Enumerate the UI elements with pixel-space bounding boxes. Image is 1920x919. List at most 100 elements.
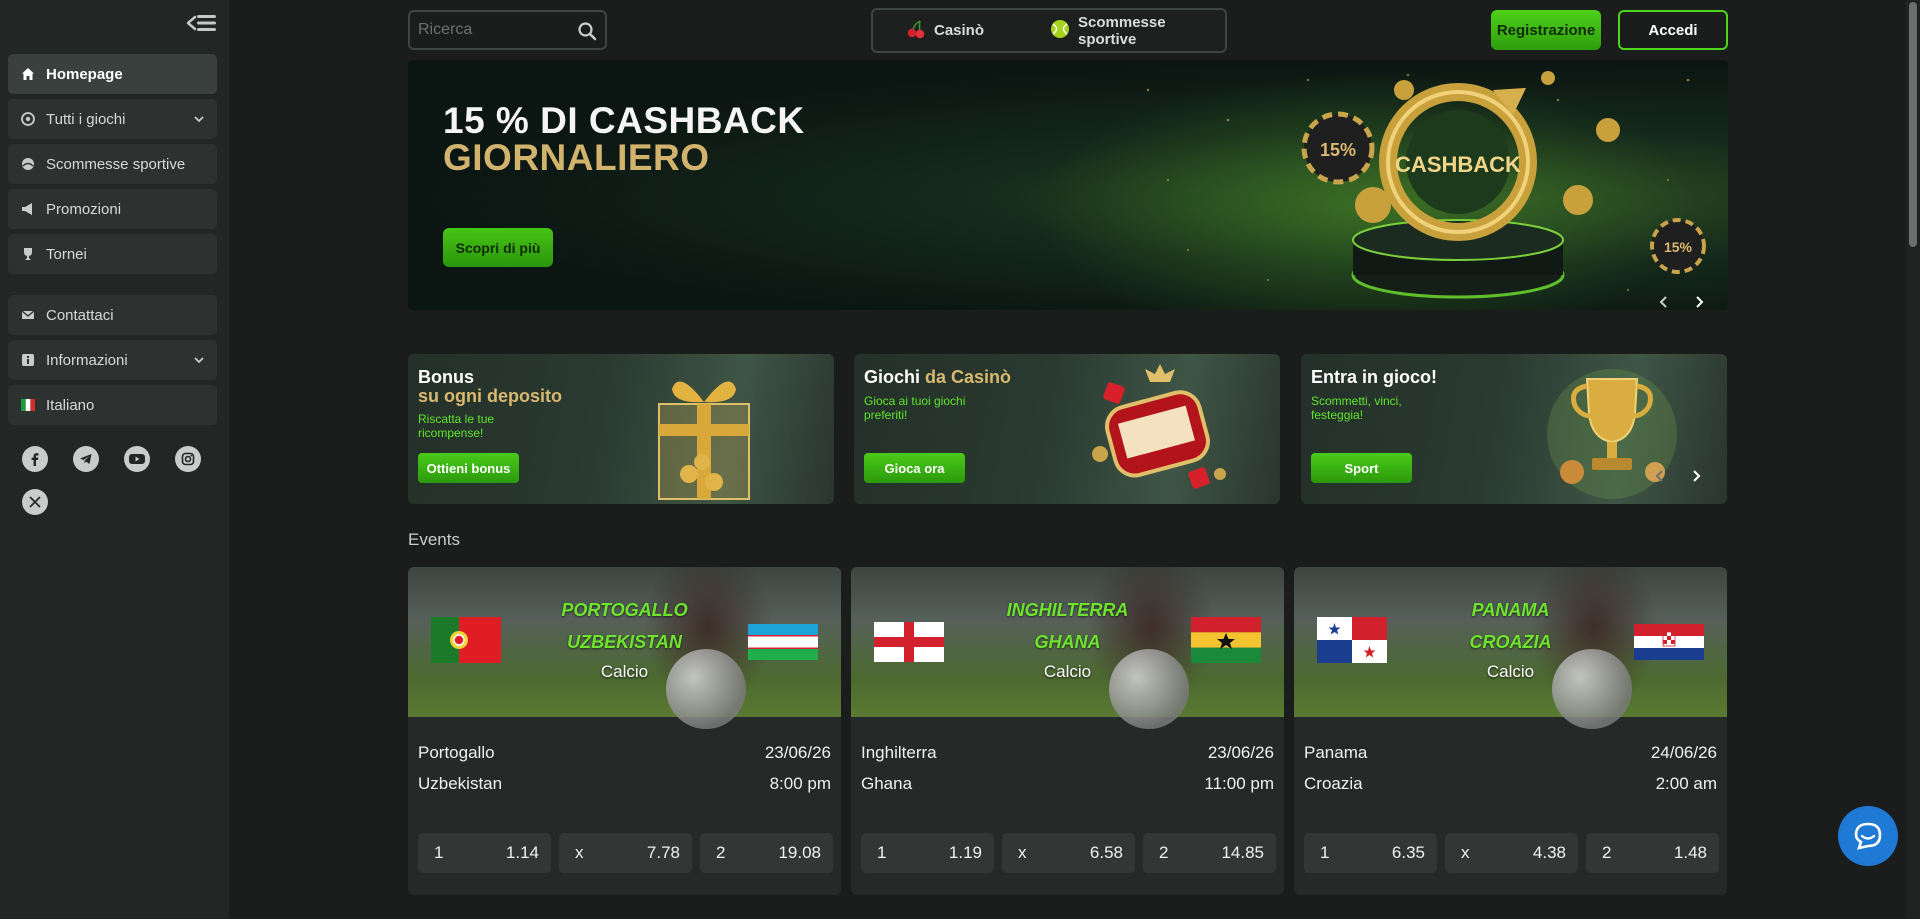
chat-bubble-icon (1854, 822, 1882, 850)
promo-next-icon[interactable] (1687, 467, 1705, 485)
mode-sports[interactable]: Scommesse sportive (1050, 14, 1225, 48)
home-icon (20, 66, 36, 82)
event-date: 24/06/26 (1650, 743, 1717, 762)
sidebar-item-label: Scommesse sportive (46, 155, 186, 173)
sport-label: Calcio (1043, 662, 1092, 681)
event-banner: PORTOGALLO UZBEKISTAN Calcio (408, 567, 841, 729)
sidebar: Homepage Tutti i giochi Scommesse sporti… (0, 0, 230, 919)
odd-button-home[interactable]: 1 1.19 (861, 833, 994, 873)
hero-next-icon[interactable] (1690, 293, 1708, 310)
sport-button[interactable]: Sport (1311, 453, 1412, 483)
team1-name: Inghilterra (861, 743, 937, 762)
search-icon[interactable] (577, 21, 597, 46)
sidebar-item-information[interactable]: Informazioni (8, 340, 217, 380)
promo-card-casino[interactable]: Giochi da Casinò Gioca ai tuoi giochi pr… (854, 354, 1280, 504)
promo-title-accent: su ogni deposito (418, 386, 562, 406)
odds-row: 1 1.19 x 6.58 2 14.85 (861, 833, 1276, 873)
promo-subtitle: Scommetti, vinci, festeggia! (1311, 394, 1402, 422)
promo-title-main: Giochi (864, 367, 921, 387)
sidebar-item-label: Homepage (46, 65, 123, 83)
games-icon (20, 111, 36, 127)
event-card[interactable]: PANAMA CROAZIA Calcio Panama 24/06/26 Cro… (1294, 567, 1727, 895)
hero-title: 15 % DI CASHBACK GIORNALIERO (443, 102, 805, 176)
mode-casino[interactable]: Casinò (906, 19, 984, 43)
sidebar-item-sports-betting[interactable]: Scommesse sportive (8, 144, 217, 184)
tennis-ball-icon (1050, 19, 1070, 43)
hero-prev-icon[interactable] (1655, 293, 1673, 310)
scrollbar-thumb[interactable] (1909, 2, 1917, 247)
facebook-icon[interactable] (22, 446, 48, 472)
event-time: 11:00 pm (1204, 774, 1274, 793)
odd-button-draw[interactable]: x 6.58 (1002, 833, 1135, 873)
banner-team1: INGHILTERRA (1006, 600, 1129, 620)
sport-label: Calcio (600, 662, 649, 681)
sport-label: Calcio (1486, 662, 1535, 681)
odd-button-draw[interactable]: x 7.78 (559, 833, 692, 873)
odds-row: 1 6.35 x 4.38 2 1.48 (1304, 833, 1719, 873)
megaphone-icon (20, 201, 36, 217)
hero-banner[interactable]: CASHBACK 15% 15% 15 % DI CASHBACK GIORNA… (408, 60, 1728, 310)
banner-team1: PORTOGALLO (561, 600, 688, 620)
team2-name: Uzbekistan (418, 774, 503, 793)
live-chat-button[interactable] (1838, 806, 1898, 866)
x-icon[interactable] (22, 489, 48, 515)
hero-title-line2: GIORNALIERO (443, 137, 710, 178)
sidebar-item-homepage[interactable]: Homepage (8, 54, 217, 94)
odd-button-draw[interactable]: x 4.38 (1445, 833, 1578, 873)
social-links (22, 446, 212, 515)
odd-button-away[interactable]: 2 19.08 (700, 833, 833, 873)
cashback-illustration: CASHBACK 15% 15% (1146, 71, 1706, 299)
sidebar-item-label: Informazioni (46, 351, 128, 369)
event-date: 23/06/26 (764, 743, 831, 762)
promo-title: Entra in gioco! (1311, 368, 1437, 387)
odd-button-away[interactable]: 2 14.85 (1143, 833, 1276, 873)
get-bonus-button[interactable]: Ottieni bonus (418, 453, 519, 483)
odd-button-home[interactable]: 1 1.14 (418, 833, 551, 873)
sidebar-item-promotions[interactable]: Promozioni (8, 189, 217, 229)
promo-title: Bonus su ogni deposito (418, 368, 562, 406)
chevron-down-icon[interactable] (193, 353, 205, 370)
chevron-down-icon[interactable] (193, 112, 205, 129)
promo-title-main: Entra in gioco! (1311, 367, 1437, 387)
football-icon (1109, 649, 1189, 729)
italy-flag-icon (20, 397, 36, 413)
event-card[interactable]: PORTOGALLO UZBEKISTAN Calcio Portogallo 2… (408, 567, 841, 895)
sidebar-item-contact[interactable]: Contattaci (8, 295, 217, 335)
instagram-icon[interactable] (175, 446, 201, 472)
discover-more-button[interactable]: Scopri di più (443, 228, 553, 267)
promo-card-bonus[interactable]: Bonus su ogni deposito Riscatta le tue r… (408, 354, 834, 504)
odd-button-away[interactable]: 2 1.48 (1586, 833, 1719, 873)
promo-prev-icon[interactable] (1651, 467, 1669, 485)
sidebar-item-tournaments[interactable]: Tornei (8, 234, 217, 274)
sidebar-nav: Homepage Tutti i giochi Scommesse sporti… (8, 54, 217, 430)
football-icon (666, 649, 746, 729)
language-selector[interactable]: Italiano (8, 385, 217, 425)
event-time: 2:00 am (1655, 774, 1717, 793)
hero-title-line1: 15 % DI CASHBACK (443, 100, 805, 141)
odd-button-home[interactable]: 1 6.35 (1304, 833, 1437, 873)
info-icon (20, 352, 36, 368)
mode-switch: Casinò Scommesse sportive (871, 8, 1227, 53)
promo-title-main: Bonus (418, 367, 474, 387)
svg-text:15%: 15% (1320, 140, 1356, 160)
telegram-icon[interactable] (73, 446, 99, 472)
team2-name: Croazia (1304, 774, 1363, 793)
language-label: Italiano (46, 396, 95, 414)
sidebar-item-label: Promozioni (46, 200, 122, 218)
team2-name: Ghana (861, 774, 913, 793)
register-button[interactable]: Registrazione (1491, 10, 1601, 50)
event-card[interactable]: INGHILTERRA GHANA Calcio Inghilterra 23/0… (851, 567, 1284, 895)
sidebar-item-label: Tornei (46, 245, 87, 263)
promo-card-sport[interactable]: Entra in gioco! Scommetti, vinci, festeg… (1301, 354, 1727, 504)
search-input[interactable] (418, 21, 568, 39)
event-banner: INGHILTERRA GHANA Calcio (851, 567, 1284, 729)
youtube-icon[interactable] (124, 446, 150, 472)
page-scrollbar[interactable] (1906, 0, 1920, 919)
login-button[interactable]: Accedi (1618, 10, 1728, 50)
svg-text:15%: 15% (1664, 239, 1693, 255)
collapse-sidebar-icon[interactable] (186, 12, 218, 34)
sidebar-item-label: Tutti i giochi (46, 110, 126, 128)
promo-subtitle: Riscatta le tue ricompense! (418, 412, 495, 440)
sidebar-item-all-games[interactable]: Tutti i giochi (8, 99, 217, 139)
play-now-button[interactable]: Gioca ora (864, 453, 965, 483)
